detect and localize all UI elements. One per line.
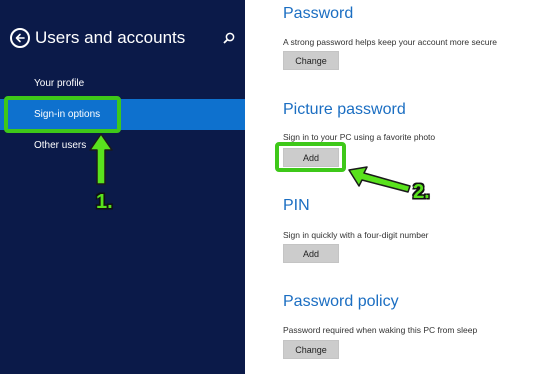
sidebar-item-label: Your profile: [34, 78, 85, 89]
sidebar: Users and accounts Your profile Sign-in …: [0, 0, 245, 374]
password-description: A strong password helps keep your accoun…: [283, 37, 498, 47]
sidebar-item-label: Other users: [34, 140, 87, 151]
picture-password-title: Picture password: [283, 101, 406, 118]
picture-password-add-highlight: [275, 142, 346, 172]
password-policy-title: Password policy: [283, 293, 399, 310]
sidebar-item-your-profile[interactable]: Your profile: [0, 68, 245, 99]
annotation-arrow-up: [89, 133, 113, 185]
password-policy-description: Password required when waking this PC fr…: [283, 325, 478, 335]
back-button[interactable]: [10, 28, 30, 48]
sign-in-options-highlight: [4, 96, 121, 133]
step-2-label: 2.: [413, 181, 430, 203]
password-title: Password: [283, 5, 354, 22]
password-change-button[interactable]: Change: [283, 51, 339, 70]
step-1-label: 1.: [96, 191, 113, 213]
page-title: Users and accounts: [35, 28, 186, 47]
pin-description: Sign in quickly with a four-digit number: [283, 230, 429, 240]
pin-title: PIN: [283, 197, 310, 214]
password-policy-change-button[interactable]: Change: [283, 340, 339, 359]
sidebar-item-other-users[interactable]: Other users: [0, 130, 245, 161]
search-icon: [223, 32, 235, 44]
back-arrow-icon: [15, 33, 25, 43]
header: Users and accounts: [10, 26, 185, 50]
annotation-arrow-left: [348, 166, 411, 193]
search-button[interactable]: [222, 31, 236, 45]
picture-password-description: Sign in to your PC using a favorite phot…: [283, 132, 436, 142]
pin-add-button[interactable]: Add: [283, 244, 339, 263]
